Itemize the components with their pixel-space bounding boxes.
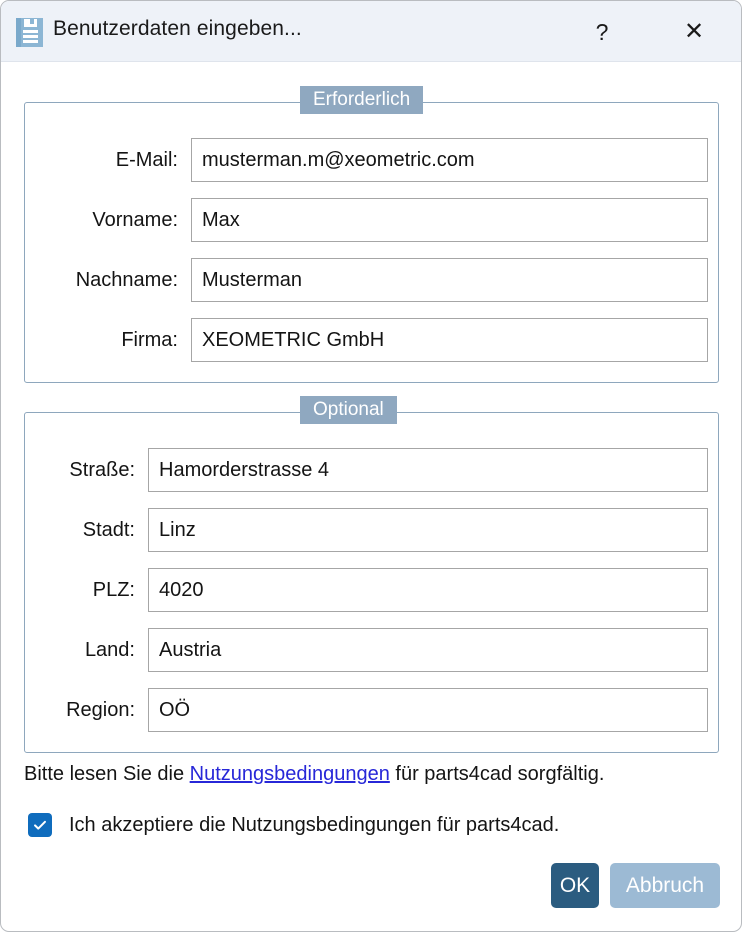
label-lastname: Nachname: [75, 268, 178, 291]
form-row-company: Firma: XEOMETRIC GmbH [46, 318, 708, 362]
label-city: Stadt: [82, 518, 135, 541]
form-row-lastname: Nachname: Musterman [46, 258, 708, 302]
form-row-country: Land: Austria [46, 628, 708, 672]
input-country[interactable]: Austria [148, 628, 708, 672]
form-row-city: Stadt: Linz [46, 508, 708, 552]
close-icon[interactable]: ✕ [671, 13, 717, 51]
title-bar: Benutzerdaten eingeben... ? ✕ [1, 1, 741, 62]
input-lastname[interactable]: Musterman [191, 258, 708, 302]
save-disk-icon [16, 18, 43, 47]
form-row-firstname: Vorname: Max [46, 198, 708, 242]
window-title: Benutzerdaten eingeben... [53, 17, 302, 40]
form-row-email: E-Mail: musterman.m@xeometric.com [46, 138, 708, 182]
label-street: Straße: [69, 458, 135, 481]
label-email: E-Mail: [115, 148, 178, 171]
form-row-zip: PLZ: 4020 [46, 568, 708, 612]
group-optional-legend: Optional [300, 396, 397, 424]
help-icon[interactable]: ? [579, 13, 625, 51]
input-company[interactable]: XEOMETRIC GmbH [191, 318, 708, 362]
input-zip[interactable]: 4020 [148, 568, 708, 612]
label-firstname: Vorname: [92, 208, 178, 231]
check-icon [34, 820, 46, 830]
input-email[interactable]: musterman.m@xeometric.com [191, 138, 708, 182]
form-row-street: Straße: Hamorderstrasse 4 [46, 448, 708, 492]
label-country: Land: [84, 638, 135, 661]
accept-terms-row[interactable]: Ich akzeptiere die Nutzungsbedingungen f… [28, 813, 559, 837]
label-region: Region: [66, 698, 135, 721]
input-region[interactable]: OÖ [148, 688, 708, 732]
accept-terms-checkbox[interactable] [28, 813, 52, 837]
form-row-region: Region: OÖ [46, 688, 708, 732]
terms-link[interactable]: Nutzungsbedingungen [190, 763, 390, 785]
group-required-legend: Erforderlich [300, 86, 424, 114]
label-zip: PLZ: [92, 578, 135, 601]
terms-prefix: Bitte lesen Sie die [24, 763, 190, 785]
dialog-window: Benutzerdaten eingeben... ? ✕ Erforderli… [0, 0, 742, 932]
label-company: Firma: [121, 328, 178, 351]
accept-terms-label: Ich akzeptiere die Nutzungsbedingungen f… [69, 813, 560, 836]
input-street[interactable]: Hamorderstrasse 4 [148, 448, 708, 492]
ok-button[interactable]: OK [551, 863, 599, 908]
cancel-button[interactable]: Abbruch [610, 863, 720, 908]
input-city[interactable]: Linz [148, 508, 708, 552]
terms-notice: Bitte lesen Sie die Nutzungsbedingungen … [24, 763, 604, 786]
input-firstname[interactable]: Max [191, 198, 708, 242]
terms-suffix: für parts4cad sorgfältig. [389, 763, 605, 785]
